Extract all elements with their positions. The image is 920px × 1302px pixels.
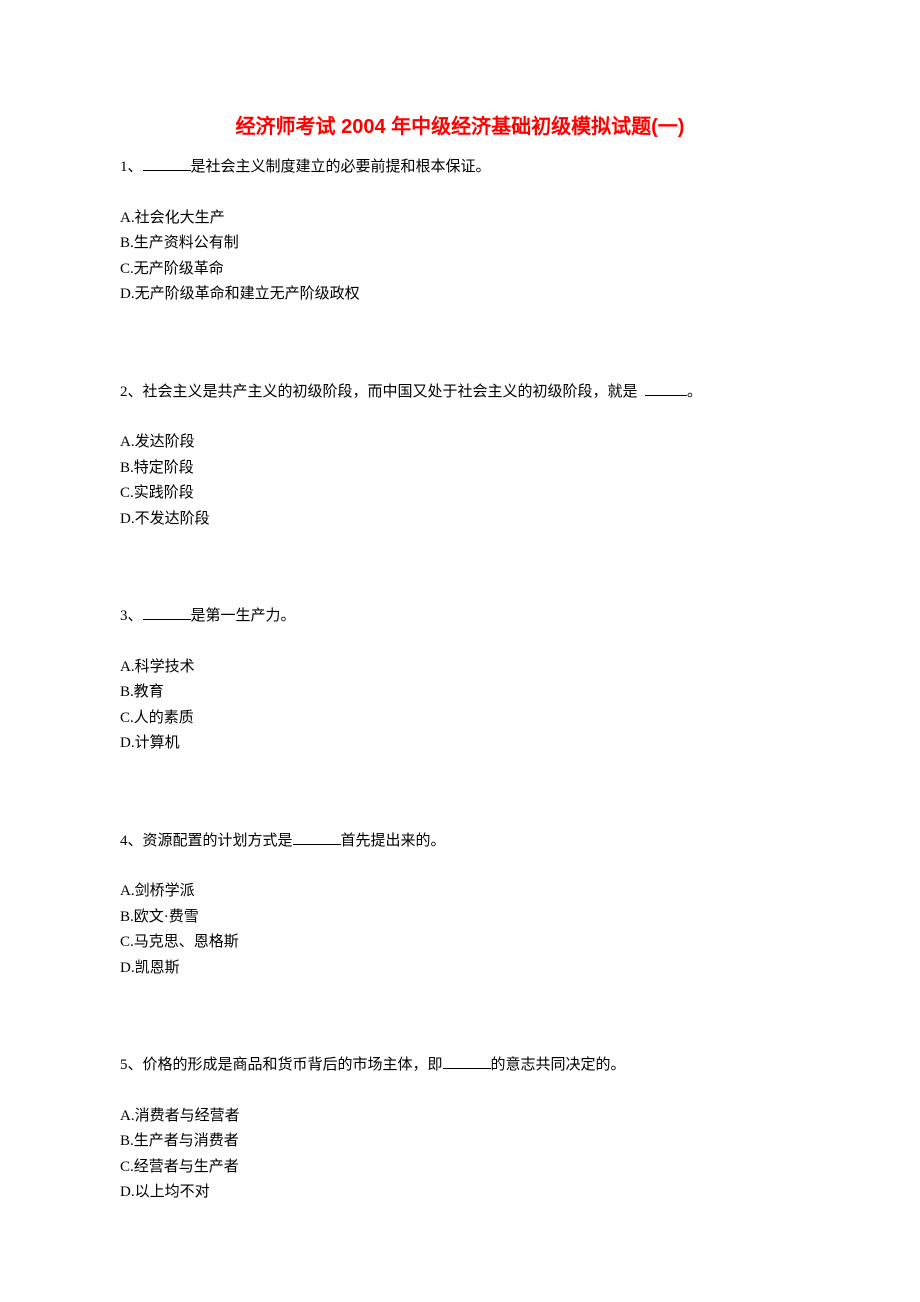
q-num: 5、 [120,1057,143,1073]
question-text: 4、资源配置的计划方式是 首先提出来的。 [120,827,800,856]
option-c: C.无产阶级革命 [120,257,800,283]
option-d: D.凯恩斯 [120,956,800,982]
option-d: D.计算机 [120,731,800,757]
option-b: B.生产资料公有制 [120,231,800,257]
option-a: A.科学技术 [120,655,800,681]
option-a: A.发达阶段 [120,430,800,456]
option-b: B.教育 [120,680,800,706]
option-c: C.经营者与生产者 [120,1155,800,1181]
option-c: C.人的素质 [120,706,800,732]
blank [293,830,341,845]
q-pre: 价格的形成是商品和货币背后的市场主体，即 [143,1057,443,1073]
q-post: 的意志共同决定的。 [491,1057,626,1073]
option-c: C.实践阶段 [120,481,800,507]
page-title: 经济师考试 2004 年中级经济基础初级模拟试题(一) [120,110,800,139]
question-text: 1、 是社会主义制度建立的必要前提和根本保证。 [120,153,800,182]
question-3: 3、 是第一生产力。 A.科学技术 B.教育 C.人的素质 D.计算机 [120,602,800,757]
question-text: 5、价格的形成是商品和货币背后的市场主体，即 的意志共同决定的。 [120,1051,800,1080]
blank [143,157,191,172]
option-b: B.生产者与消费者 [120,1129,800,1155]
option-a: A.剑桥学派 [120,879,800,905]
q-num: 1、 [120,159,143,175]
blank [143,606,191,621]
question-2: 2、社会主义是共产主义的初级阶段，而中国又处于社会主义的初级阶段，就是 。 A.… [120,378,800,533]
option-b: B.欧文·费雪 [120,905,800,931]
question-4: 4、资源配置的计划方式是 首先提出来的。 A.剑桥学派 B.欧文·费雪 C.马克思… [120,827,800,982]
blank [645,381,687,396]
q-pre: 社会主义是共产主义的初级阶段，而中国又处于社会主义的初级阶段，就是 [143,384,642,400]
q-num: 2、 [120,384,143,400]
q-num: 3、 [120,608,143,624]
q-post: 是第一生产力。 [191,608,296,624]
q-num: 4、 [120,833,143,849]
option-d: D.无产阶级革命和建立无产阶级政权 [120,282,800,308]
option-b: B.特定阶段 [120,456,800,482]
question-1: 1、 是社会主义制度建立的必要前提和根本保证。 A.社会化大生产 B.生产资料公有… [120,153,800,308]
option-c: C.马克思、恩格斯 [120,930,800,956]
option-a: A.消费者与经营者 [120,1104,800,1130]
option-d: D.不发达阶段 [120,507,800,533]
q-pre: 资源配置的计划方式是 [143,833,293,849]
question-text: 3、 是第一生产力。 [120,602,800,631]
q-post: 。 [687,384,702,400]
question-5: 5、价格的形成是商品和货币背后的市场主体，即 的意志共同决定的。 A.消费者与经营… [120,1051,800,1206]
q-post: 首先提出来的。 [341,833,446,849]
option-a: A.社会化大生产 [120,206,800,232]
question-text: 2、社会主义是共产主义的初级阶段，而中国又处于社会主义的初级阶段，就是 。 [120,378,800,407]
option-d: D.以上均不对 [120,1180,800,1206]
blank [443,1055,491,1070]
q-post: 是社会主义制度建立的必要前提和根本保证。 [191,159,491,175]
